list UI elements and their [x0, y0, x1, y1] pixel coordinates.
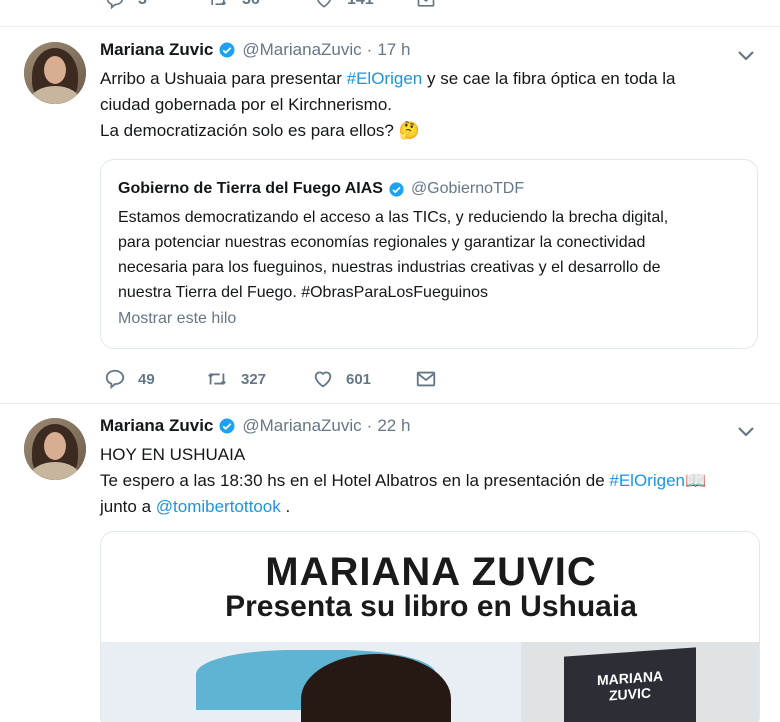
- show-thread-link[interactable]: Mostrar este hilo: [118, 310, 236, 328]
- like-action[interactable]: 141: [313, 0, 374, 10]
- quoted-text-line: nuestra Tierra del Fuego. #ObrasParaLosF…: [118, 284, 488, 301]
- tweet-text: HOY EN USHUAIA Te espero a las 18:30 hs …: [100, 442, 706, 520]
- mention-link[interactable]: @tomibertottook: [156, 497, 281, 516]
- tweet-header: Mariana Zuvic @MarianaZuvic · 22 h: [100, 416, 410, 436]
- quoted-text-line: para potenciar nuestras economías region…: [118, 234, 646, 251]
- author-handle[interactable]: @MarianaZuvic: [242, 40, 361, 60]
- reply-icon: [106, 0, 124, 10]
- reply-count: 49: [138, 370, 155, 388]
- timestamp[interactable]: 22 h: [377, 416, 410, 436]
- book-emoji: 📖: [685, 471, 707, 490]
- reply-icon: [105, 369, 125, 390]
- envelope-icon: [417, 0, 435, 7]
- separator-dot: ·: [366, 416, 373, 435]
- tweet-text-line: Te espero a las 18:30 hs en el Hotel Alb…: [100, 471, 707, 490]
- verified-badge-icon: [219, 418, 235, 434]
- tweet-text: Arribo a Ushuaia para presentar #ElOrige…: [100, 66, 676, 144]
- retweet-icon: [211, 0, 227, 6]
- heart-icon: [314, 371, 332, 388]
- like-count: 601: [346, 370, 372, 388]
- author-handle[interactable]: @MarianaZuvic: [242, 416, 361, 436]
- like-action[interactable]: 601: [312, 368, 371, 390]
- retweet-action[interactable]: 36: [206, 0, 260, 10]
- media-image[interactable]: MARIANA ZUVIC Presenta su libro en Ushua…: [100, 531, 760, 722]
- hashtag-link[interactable]: #ElOrigen: [609, 471, 685, 490]
- reply-action[interactable]: 3: [104, 0, 147, 10]
- poster-title: MARIANA ZUVIC: [265, 550, 597, 594]
- tweet-text-line: HOY EN USHUAIA: [100, 445, 246, 464]
- separator-dot: ·: [366, 40, 373, 59]
- verified-badge-icon: [219, 42, 235, 58]
- quoted-tweet-header: Gobierno de Tierra del Fuego AIAS @Gobie…: [118, 180, 524, 198]
- tweet-text-line: Arribo a Ushuaia para presentar #ElOrige…: [100, 69, 676, 88]
- reply-action[interactable]: 49: [104, 368, 155, 390]
- tweet-text-line: La democratización solo es para ellos? 🤔: [100, 121, 420, 140]
- divider: [0, 26, 780, 27]
- poster-subtitle: Presenta su libro en Ushuaia: [225, 590, 637, 623]
- avatar[interactable]: [24, 42, 86, 104]
- retweet-count: 36: [242, 0, 260, 9]
- retweet-action[interactable]: 327: [205, 368, 266, 390]
- quoted-tweet-text: Estamos democratizando el acceso a las T…: [118, 205, 668, 305]
- retweet-count: 327: [241, 370, 267, 388]
- book-cover: MARIANA ZUVIC: [564, 647, 696, 722]
- chevron-down-icon[interactable]: [737, 50, 755, 62]
- dm-action[interactable]: [415, 0, 437, 10]
- tweet-actions: 49 327 601: [104, 368, 464, 392]
- quoted-text-line: Estamos democratizando el acceso a las T…: [118, 209, 669, 226]
- quoted-author-handle: @GobiernoTDF: [410, 180, 525, 197]
- tweet-header: Mariana Zuvic @MarianaZuvic · 17 h: [100, 40, 410, 60]
- like-count: 141: [347, 0, 374, 9]
- dm-action[interactable]: [415, 368, 449, 390]
- envelope-icon: [416, 371, 436, 387]
- tweet-text-line: ciudad gobernada por el Kirchnerismo.: [100, 95, 393, 114]
- timestamp[interactable]: 17 h: [377, 40, 410, 60]
- previous-tweet-actions: 3 36 141: [0, 0, 780, 18]
- quoted-tweet[interactable]: Gobierno de Tierra del Fuego AIAS @Gobie…: [100, 159, 758, 349]
- chevron-down-icon[interactable]: [737, 426, 755, 438]
- quoted-text-line: necesaria para los fueguinos, nuestras i…: [118, 259, 661, 276]
- author-name[interactable]: Mariana Zuvic: [100, 40, 213, 60]
- retweet-icon: [208, 373, 226, 385]
- tweet-text-line: junto a @tomibertottook .: [100, 497, 291, 516]
- avatar[interactable]: [24, 418, 86, 480]
- verified-badge-icon: [389, 181, 404, 197]
- divider: [0, 403, 780, 404]
- quoted-author-name: Gobierno de Tierra del Fuego AIAS: [118, 180, 383, 197]
- hashtag-link[interactable]: #ElOrigen: [347, 69, 423, 88]
- author-name[interactable]: Mariana Zuvic: [100, 416, 213, 436]
- heart-icon: [317, 0, 331, 8]
- reply-count: 3: [138, 0, 147, 9]
